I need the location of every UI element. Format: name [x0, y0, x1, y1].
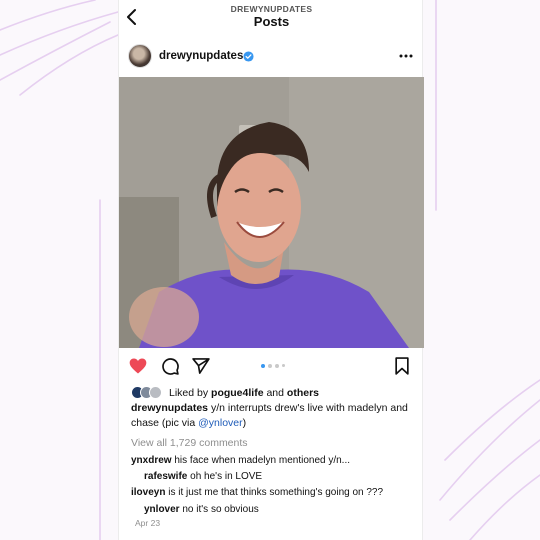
liker-username[interactable]: pogue4life — [211, 387, 264, 399]
comment-username[interactable]: ynxdrew — [131, 455, 172, 466]
likes-others[interactable]: others — [287, 387, 319, 399]
post-photo[interactable] — [119, 77, 424, 348]
post-username[interactable]: drewynupdates — [159, 50, 243, 62]
likes-prefix: Liked by — [169, 387, 209, 399]
more-options-icon[interactable] — [398, 52, 414, 60]
comment-text: is it just me that thinks something's go… — [168, 487, 384, 498]
share-icon[interactable] — [191, 356, 211, 376]
carousel-dot — [282, 364, 285, 367]
likes-row: Liked by pogue4life and others — [131, 386, 421, 400]
view-all-comments-link[interactable]: View all 1,729 comments — [131, 437, 248, 449]
carousel-dot — [268, 364, 272, 368]
verified-badge-icon — [243, 51, 254, 62]
post-header: drewynupdates — [119, 40, 424, 74]
comment-icon[interactable] — [160, 356, 180, 376]
caption-username[interactable]: drewynupdates — [131, 402, 208, 414]
post-date: Apr 23 — [135, 518, 161, 528]
phone-screen: DREWYNUPDATES Posts drewynupdates Liked … — [118, 0, 424, 540]
liker-avatar[interactable] — [149, 386, 162, 399]
likes-text[interactable]: Liked by pogue4life and others — [169, 387, 319, 399]
page-title: Posts — [253, 14, 290, 29]
comment-username[interactable]: ynlover — [144, 504, 180, 515]
comment-reply: rafeswife oh he's in LOVE — [144, 471, 262, 482]
caption-suffix: ) — [242, 417, 247, 429]
avatar[interactable] — [128, 44, 152, 68]
comment-username[interactable]: rafeswife — [144, 471, 187, 482]
heart-icon[interactable] — [128, 356, 148, 376]
likes-joiner: and — [266, 387, 284, 399]
carousel-dot — [275, 364, 279, 368]
comment: ynxdrew his face when madelyn mentioned … — [131, 455, 350, 466]
comment-text: his face when madelyn mentioned y/n... — [174, 455, 351, 466]
caption-mention[interactable]: @ynlover — [198, 417, 243, 429]
post-actions — [119, 352, 424, 382]
comment-text: oh he's in LOVE — [190, 471, 263, 482]
carousel-indicator — [259, 364, 299, 370]
comment-reply: ynlover no it's so obvious — [144, 504, 259, 515]
bookmark-icon[interactable] — [392, 356, 412, 376]
post-caption: drewynupdates y/n interrupts drew's live… — [131, 401, 421, 431]
comment: iloveyn is it just me that thinks someth… — [131, 487, 383, 498]
top-bar: DREWYNUPDATES Posts — [119, 0, 424, 36]
photo-illustration — [119, 77, 424, 348]
carousel-dot — [261, 364, 265, 368]
comment-text: no it's so obvious — [182, 504, 259, 515]
account-name-caps: DREWYNUPDATES — [230, 4, 313, 14]
comment-username[interactable]: iloveyn — [131, 487, 165, 498]
